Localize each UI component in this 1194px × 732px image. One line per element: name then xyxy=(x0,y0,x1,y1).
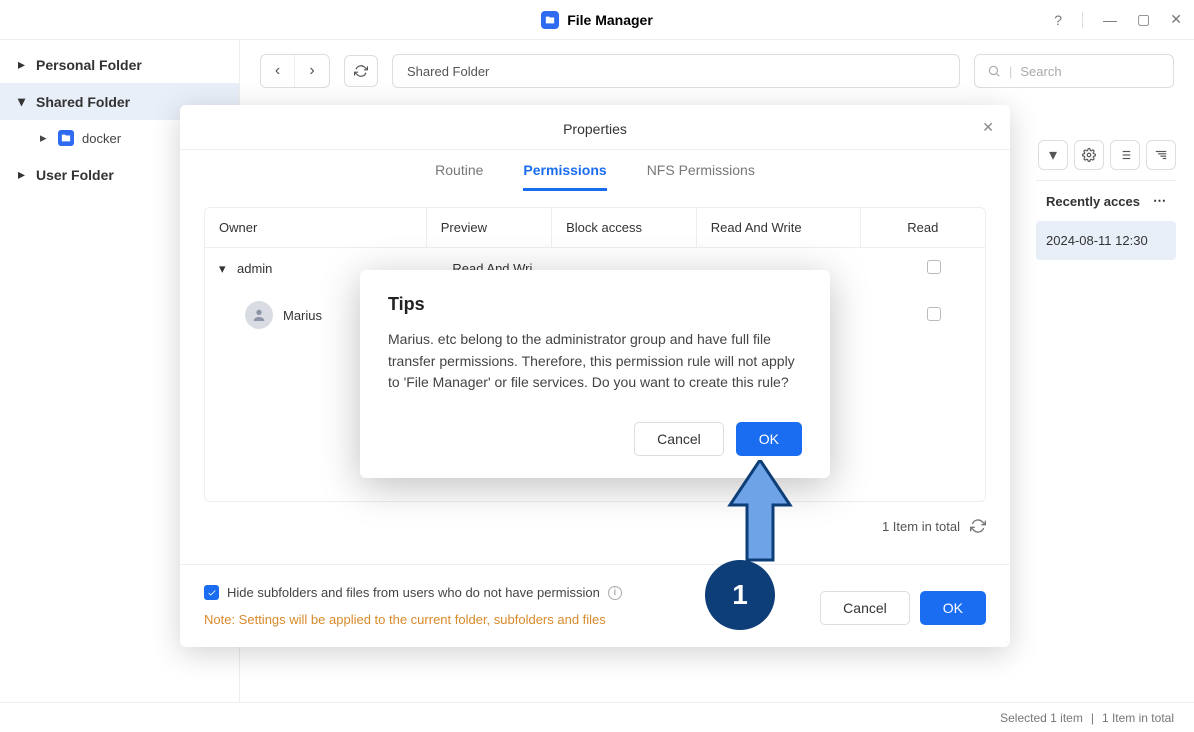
owner-name: admin xyxy=(237,261,272,276)
path-text: Shared Folder xyxy=(407,64,489,79)
search-input[interactable]: | Search xyxy=(974,54,1174,88)
status-selected: Selected 1 item xyxy=(1000,711,1083,725)
toolbar: ‹ › Shared Folder | Search xyxy=(240,40,1194,102)
help-button[interactable]: ? xyxy=(1054,12,1062,28)
col-read: Read xyxy=(860,208,985,247)
gear-icon xyxy=(1082,148,1096,162)
ok-button[interactable]: OK xyxy=(920,591,986,625)
sidebar-label: Shared Folder xyxy=(36,94,130,110)
search-icon xyxy=(987,64,1001,78)
hide-label: Hide subfolders and files from users who… xyxy=(227,585,600,600)
col-rw: Read And Write xyxy=(696,208,860,247)
maximize-button[interactable]: ▢ xyxy=(1137,11,1150,28)
col-block: Block access xyxy=(551,208,696,247)
caret-right-icon: ▸ xyxy=(18,56,28,73)
caret-right-icon: ▸ xyxy=(18,166,28,183)
caret-down-icon: ▾ xyxy=(219,261,229,277)
tips-dialog: Tips Marius. etc belong to the administr… xyxy=(360,270,830,478)
sidebar-label: docker xyxy=(82,131,121,146)
status-bar: Selected 1 item | 1 Item in total xyxy=(0,702,1194,732)
recent-row[interactable]: 2024-08-11 12:30 xyxy=(1036,221,1176,260)
more-icon[interactable]: ⋯ xyxy=(1153,193,1166,209)
recent-date: 2024-08-11 12:30 xyxy=(1046,233,1148,248)
nav-buttons: ‹ › xyxy=(260,54,330,88)
refresh-button[interactable] xyxy=(344,55,378,87)
hide-subfolders-checkbox[interactable] xyxy=(204,585,219,600)
list-view-button[interactable] xyxy=(1110,140,1140,170)
info-icon[interactable]: i xyxy=(608,586,622,600)
app-icon xyxy=(541,11,559,29)
sort-icon xyxy=(1154,148,1168,162)
read-checkbox[interactable] xyxy=(927,307,941,321)
recent-panel: Recently acces ⋯ 2024-08-11 12:30 xyxy=(1036,180,1176,260)
user-name: Marius xyxy=(283,308,322,323)
recent-label: Recently acces xyxy=(1046,194,1140,209)
caret-right-icon: ▸ xyxy=(40,130,50,146)
sort-button[interactable] xyxy=(1146,140,1176,170)
close-window-button[interactable]: ✕ xyxy=(1170,11,1182,28)
path-breadcrumb[interactable]: Shared Folder xyxy=(392,54,960,88)
caret-down-icon: ▾ xyxy=(18,93,28,110)
back-button[interactable]: ‹ xyxy=(261,55,295,87)
list-icon xyxy=(1118,148,1132,162)
tips-ok-button[interactable]: OK xyxy=(736,422,802,456)
annotation-step-badge: 1 xyxy=(705,560,775,630)
close-button[interactable]: ✕ xyxy=(982,119,994,136)
dialog-title: Properties xyxy=(563,121,627,137)
tips-title: Tips xyxy=(388,294,802,315)
tips-body: Marius. etc belong to the administrator … xyxy=(388,329,802,394)
status-total: 1 Item in total xyxy=(1102,711,1174,725)
sidebar-label: Personal Folder xyxy=(36,57,142,73)
note-text: Note: Settings will be applied to the cu… xyxy=(204,612,622,627)
col-preview: Preview xyxy=(426,208,551,247)
title-bar: File Manager ? — ▢ ✕ xyxy=(0,0,1194,40)
tab-nfs[interactable]: NFS Permissions xyxy=(647,162,755,191)
tab-routine[interactable]: Routine xyxy=(435,162,483,191)
search-placeholder: Search xyxy=(1020,64,1061,79)
sidebar-item-personal[interactable]: ▸ Personal Folder xyxy=(0,46,239,83)
tips-cancel-button[interactable]: Cancel xyxy=(634,422,724,456)
forward-button[interactable]: › xyxy=(295,55,329,87)
view-tool-1[interactable]: ▾ xyxy=(1038,140,1068,170)
annotation-arrow xyxy=(725,460,795,575)
step-number: 1 xyxy=(732,579,748,611)
refresh-icon[interactable] xyxy=(970,518,986,534)
sidebar-label: User Folder xyxy=(36,167,114,183)
avatar xyxy=(245,301,273,329)
minimize-button[interactable]: — xyxy=(1103,12,1117,28)
read-checkbox[interactable] xyxy=(927,260,941,274)
total-count: 1 Item in total xyxy=(882,519,960,534)
tab-permissions[interactable]: Permissions xyxy=(523,162,606,191)
settings-button[interactable] xyxy=(1074,140,1104,170)
app-title: File Manager xyxy=(567,12,653,28)
folder-icon xyxy=(58,130,74,146)
col-owner: Owner xyxy=(205,208,426,247)
cancel-button[interactable]: Cancel xyxy=(820,591,910,625)
